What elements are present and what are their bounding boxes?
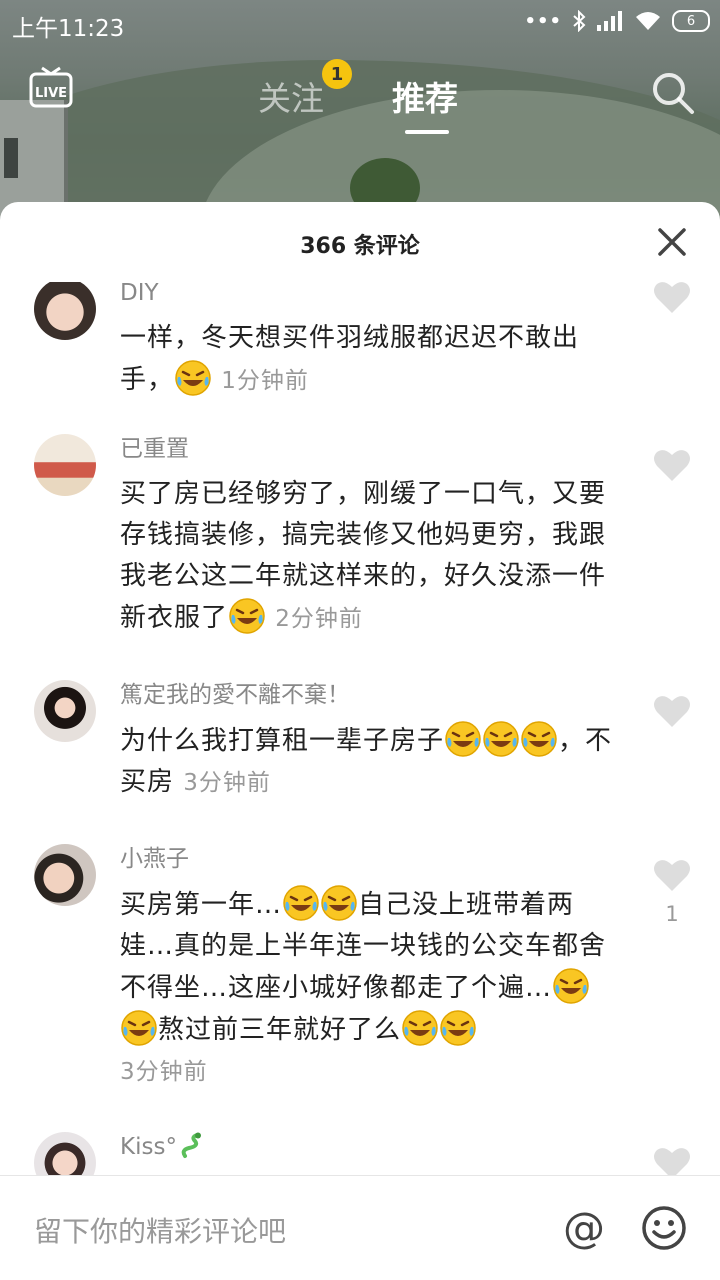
laughing-crying-emoji-icon xyxy=(445,721,481,757)
snake-emoji-icon xyxy=(181,1132,201,1158)
live-icon[interactable]: LIVE xyxy=(28,66,74,110)
comment-time: 2分钟前 xyxy=(275,606,363,632)
more-dots-icon: ••• xyxy=(524,10,562,32)
laughing-crying-emoji-icon xyxy=(175,360,211,396)
top-navigation: LIVE 关注 1 推荐 xyxy=(0,56,720,136)
comment-body: 已重置 买了房已经够穷了，刚缓了一口气，又要存钱搞装修，搞完装修又他妈更穷，我跟… xyxy=(120,434,625,640)
comment-input-bar: 留下你的精彩评论吧 @ xyxy=(0,1175,720,1280)
like-count: 1 xyxy=(665,902,679,926)
comment-time: 1分钟前 xyxy=(221,368,309,394)
laughing-crying-emoji-icon xyxy=(402,1010,438,1046)
wifi-icon xyxy=(636,12,660,30)
laughing-crying-emoji-icon xyxy=(440,1010,476,1046)
comment-text: 一样，冬天想买件羽绒服都迟迟不敢出手， 1分钟前 xyxy=(120,318,625,402)
emoji-icon[interactable] xyxy=(640,1204,688,1252)
bluetooth-icon xyxy=(573,10,586,32)
battery-icon: 6 xyxy=(672,10,710,32)
comment-username[interactable]: Kiss° xyxy=(120,1132,625,1162)
heart-icon xyxy=(654,1148,690,1175)
like-button[interactable] xyxy=(652,694,692,732)
comment-text-content: 为什么我打算租一辈子房子 xyxy=(120,726,445,756)
tab-follow[interactable]: 关注 xyxy=(258,72,324,120)
comment-username[interactable]: 篤定我的愛不離不棄！ xyxy=(120,680,625,710)
status-icons: ••• 6 xyxy=(524,10,710,32)
comment-text-content: 买房第一年… xyxy=(120,890,283,920)
active-tab-indicator xyxy=(405,130,449,134)
comment-body: Kiss° xyxy=(120,1132,625,1162)
comment-text: 买房第一年… 自己没上班带着两娃…真的是上半年连一块钱的公交车都舍不得坐…这座小城… xyxy=(120,884,625,1093)
laughing-crying-emoji-icon xyxy=(229,598,265,634)
comment-time: 3分钟前 xyxy=(183,770,271,796)
live-label: LIVE xyxy=(35,86,67,101)
laughing-crying-emoji-icon xyxy=(483,721,519,757)
comment-text: 为什么我打算租一辈子房子 ，不买房 3分钟前 xyxy=(120,720,625,804)
heart-icon xyxy=(654,282,690,313)
at-mention-icon[interactable]: @ xyxy=(560,1204,608,1252)
avatar[interactable] xyxy=(34,282,96,340)
comment-body: DIY 一样，冬天想买件羽绒服都迟迟不敢出手， 1分钟前 xyxy=(120,282,625,402)
like-button[interactable] xyxy=(652,282,692,318)
like-button[interactable]: 1 xyxy=(652,858,692,926)
signal-icon xyxy=(597,11,622,31)
close-icon[interactable] xyxy=(656,226,688,258)
comment-time: 3分钟前 xyxy=(120,1059,208,1085)
comment-body: 小燕子 买房第一年… 自己没上班带着两娃…真的是上半年连一块钱的公交车都舍不得坐…… xyxy=(120,844,625,1093)
like-button[interactable] xyxy=(652,448,692,486)
search-icon[interactable] xyxy=(650,70,696,116)
status-bar: 上午11:23 ••• 6 xyxy=(0,0,720,48)
heart-icon xyxy=(654,450,690,481)
laughing-crying-emoji-icon xyxy=(321,885,357,921)
heart-icon xyxy=(654,696,690,727)
heart-icon xyxy=(654,860,690,891)
at-symbol: @ xyxy=(563,1204,605,1252)
laughing-crying-emoji-icon xyxy=(521,721,557,757)
comments-list[interactable]: DIY 一样，冬天想买件羽绒服都迟迟不敢出手， 1分钟前 已重置 买了房已经够穷… xyxy=(0,282,720,1175)
comment-username-text: Kiss° xyxy=(120,1134,177,1160)
avatar[interactable] xyxy=(34,434,96,496)
comment-username[interactable]: 小燕子 xyxy=(120,844,625,874)
comment-text-content: 熬过前三年就好了么 xyxy=(158,1015,402,1045)
comments-count-title: 366 条评论 xyxy=(300,234,420,259)
comment-username[interactable]: 已重置 xyxy=(120,434,625,464)
like-button[interactable] xyxy=(652,1146,692,1175)
avatar[interactable] xyxy=(34,1132,96,1175)
follow-badge: 1 xyxy=(322,59,352,89)
comment-text: 买了房已经够穷了，刚缓了一口气，又要存钱搞装修，搞完装修又他妈更穷，我跟我老公这… xyxy=(120,474,625,640)
avatar[interactable] xyxy=(34,680,96,742)
status-time: 上午11:23 xyxy=(12,16,125,42)
comments-sheet: 366 条评论 DIY 一样，冬天想买件羽绒服都迟迟不敢出手， 1分钟前 已重置… xyxy=(0,202,720,1280)
comment-text-content: 买了房已经够穷了，刚缓了一口气，又要存钱搞装修，搞完装修又他妈更穷，我跟我老公这… xyxy=(120,479,607,633)
laughing-crying-emoji-icon xyxy=(121,1010,157,1046)
comments-header: 366 条评论 xyxy=(0,202,720,282)
laughing-crying-emoji-icon xyxy=(283,885,319,921)
comment-input[interactable]: 留下你的精彩评论吧 xyxy=(34,1210,286,1250)
comment-username[interactable]: DIY xyxy=(120,282,625,308)
tab-recommend[interactable]: 推荐 xyxy=(392,72,458,120)
avatar[interactable] xyxy=(34,844,96,906)
comment-body: 篤定我的愛不離不棄！ 为什么我打算租一辈子房子 ，不买房 3分钟前 xyxy=(120,680,625,804)
laughing-crying-emoji-icon xyxy=(553,968,589,1004)
